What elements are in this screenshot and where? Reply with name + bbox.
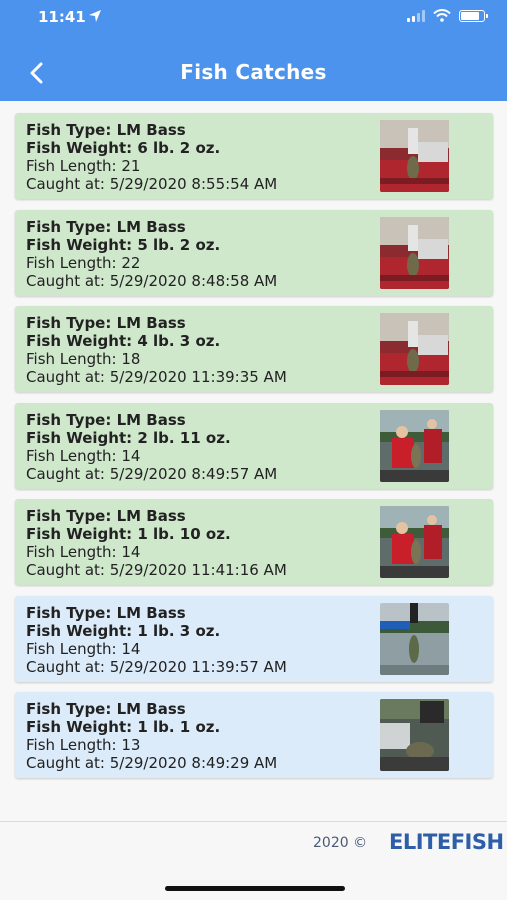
catch-card[interactable]: Fish Type: LM Bass Fish Weight: 1 lb. 1 o… [15, 692, 493, 778]
fish-length-label: Fish Length: 14 [26, 639, 141, 658]
fish-type-label: Fish Type: LM Bass [26, 121, 186, 139]
fish-on-scale-photo[interactable] [380, 120, 449, 192]
caught-at-label: Caught at: 5/29/2020 8:49:57 AM [26, 464, 278, 483]
fish-weight-label: Fish Weight: 2 lb. 11 oz. [26, 428, 231, 447]
catch-details: Fish Type: LM Bass Fish Weight: 6 lb. 2 o… [26, 121, 277, 193]
fish-type-label: Fish Type: LM Bass [26, 217, 186, 236]
catch-list: Fish Type: LM Bass Fish Weight: 6 lb. 2 o… [15, 113, 493, 789]
catch-details: Fish Type: LM Bass Fish Weight: 4 lb. 3 o… [26, 314, 287, 386]
angler-with-fish-photo[interactable] [380, 409, 449, 482]
fish-type-label: Fish Type: LM Bass [26, 507, 186, 525]
fish-weight-label: Fish Weight: 1 lb. 1 oz. [26, 718, 221, 736]
catch-card[interactable]: Fish Type: LM Bass Fish Weight: 1 lb. 3 o… [15, 595, 493, 682]
fish-weight-label: Fish Weight: 6 lb. 2 oz. [26, 139, 221, 157]
catch-card[interactable]: Fish Type: LM Bass Fish Weight: 1 lb. 10 … [15, 499, 493, 585]
home-indicator[interactable] [165, 886, 345, 891]
signal-icon [407, 9, 425, 22]
elitefish-logo: ELITEFISH [389, 830, 504, 854]
location-arrow-icon [89, 10, 101, 22]
footer-divider [0, 821, 507, 822]
fish-on-scale-photo[interactable] [380, 216, 449, 289]
fish-length-label: Fish Length: 14 [26, 446, 141, 465]
fish-length-label: Fish Length: 14 [26, 543, 141, 561]
status-time: 11:41 [38, 8, 86, 26]
catch-details: Fish Type: LM Bass Fish Weight: 2 lb. 11 … [26, 411, 277, 483]
caught-at-label: Caught at: 5/29/2020 8:55:54 AM [26, 175, 278, 193]
caught-at-label: Caught at: 5/29/2020 11:39:57 AM [26, 657, 287, 676]
fish-length-label: Fish Length: 18 [26, 350, 141, 368]
fish-type-label: Fish Type: LM Bass [26, 700, 186, 718]
caught-at-label: Caught at: 5/29/2020 11:39:35 AM [26, 368, 287, 386]
fish-weight-label: Fish Weight: 1 lb. 10 oz. [26, 525, 231, 543]
wifi-icon [433, 9, 451, 22]
status-indicators [407, 9, 488, 22]
fish-weight-label: Fish Weight: 5 lb. 2 oz. [26, 235, 221, 254]
caught-at-label: Caught at: 5/29/2020 11:41:16 AM [26, 561, 287, 579]
catch-details: Fish Type: LM Bass Fish Weight: 1 lb. 3 o… [26, 604, 287, 676]
fish-weight-label: Fish Weight: 4 lb. 3 oz. [26, 332, 221, 350]
fish-type-label: Fish Type: LM Bass [26, 410, 186, 429]
caught-at-label: Caught at: 5/29/2020 8:48:58 AM [26, 271, 278, 290]
fish-length-label: Fish Length: 21 [26, 157, 141, 175]
catch-card[interactable]: Fish Type: LM Bass Fish Weight: 6 lb. 2 o… [15, 113, 493, 199]
fish-over-water-photo[interactable] [380, 602, 449, 675]
catch-details: Fish Type: LM Bass Fish Weight: 1 lb. 1 o… [26, 700, 277, 772]
fish-length-label: Fish Length: 22 [26, 253, 141, 272]
app-header: 11:41 Fish Catches [0, 0, 507, 101]
fish-in-boat-photo[interactable] [380, 699, 449, 771]
catch-details: Fish Type: LM Bass Fish Weight: 1 lb. 10 … [26, 507, 287, 579]
catch-card[interactable]: Fish Type: LM Bass Fish Weight: 2 lb. 11 … [15, 402, 493, 489]
fish-length-label: Fish Length: 13 [26, 736, 141, 754]
copyright-text: 2020 © [313, 835, 368, 851]
battery-icon [459, 9, 488, 22]
fish-type-label: Fish Type: LM Bass [26, 314, 186, 332]
catch-card[interactable]: Fish Type: LM Bass Fish Weight: 4 lb. 3 o… [15, 306, 493, 392]
fish-weight-label: Fish Weight: 1 lb. 3 oz. [26, 621, 221, 640]
page-title: Fish Catches [180, 60, 327, 84]
caught-at-label: Caught at: 5/29/2020 8:49:29 AM [26, 754, 278, 772]
angler-with-fish-photo[interactable] [380, 506, 449, 578]
fish-on-scale-photo[interactable] [380, 313, 449, 385]
catch-card[interactable]: Fish Type: LM Bass Fish Weight: 5 lb. 2 o… [15, 209, 493, 296]
fish-type-label: Fish Type: LM Bass [26, 603, 186, 622]
catch-details: Fish Type: LM Bass Fish Weight: 5 lb. 2 o… [26, 218, 277, 290]
